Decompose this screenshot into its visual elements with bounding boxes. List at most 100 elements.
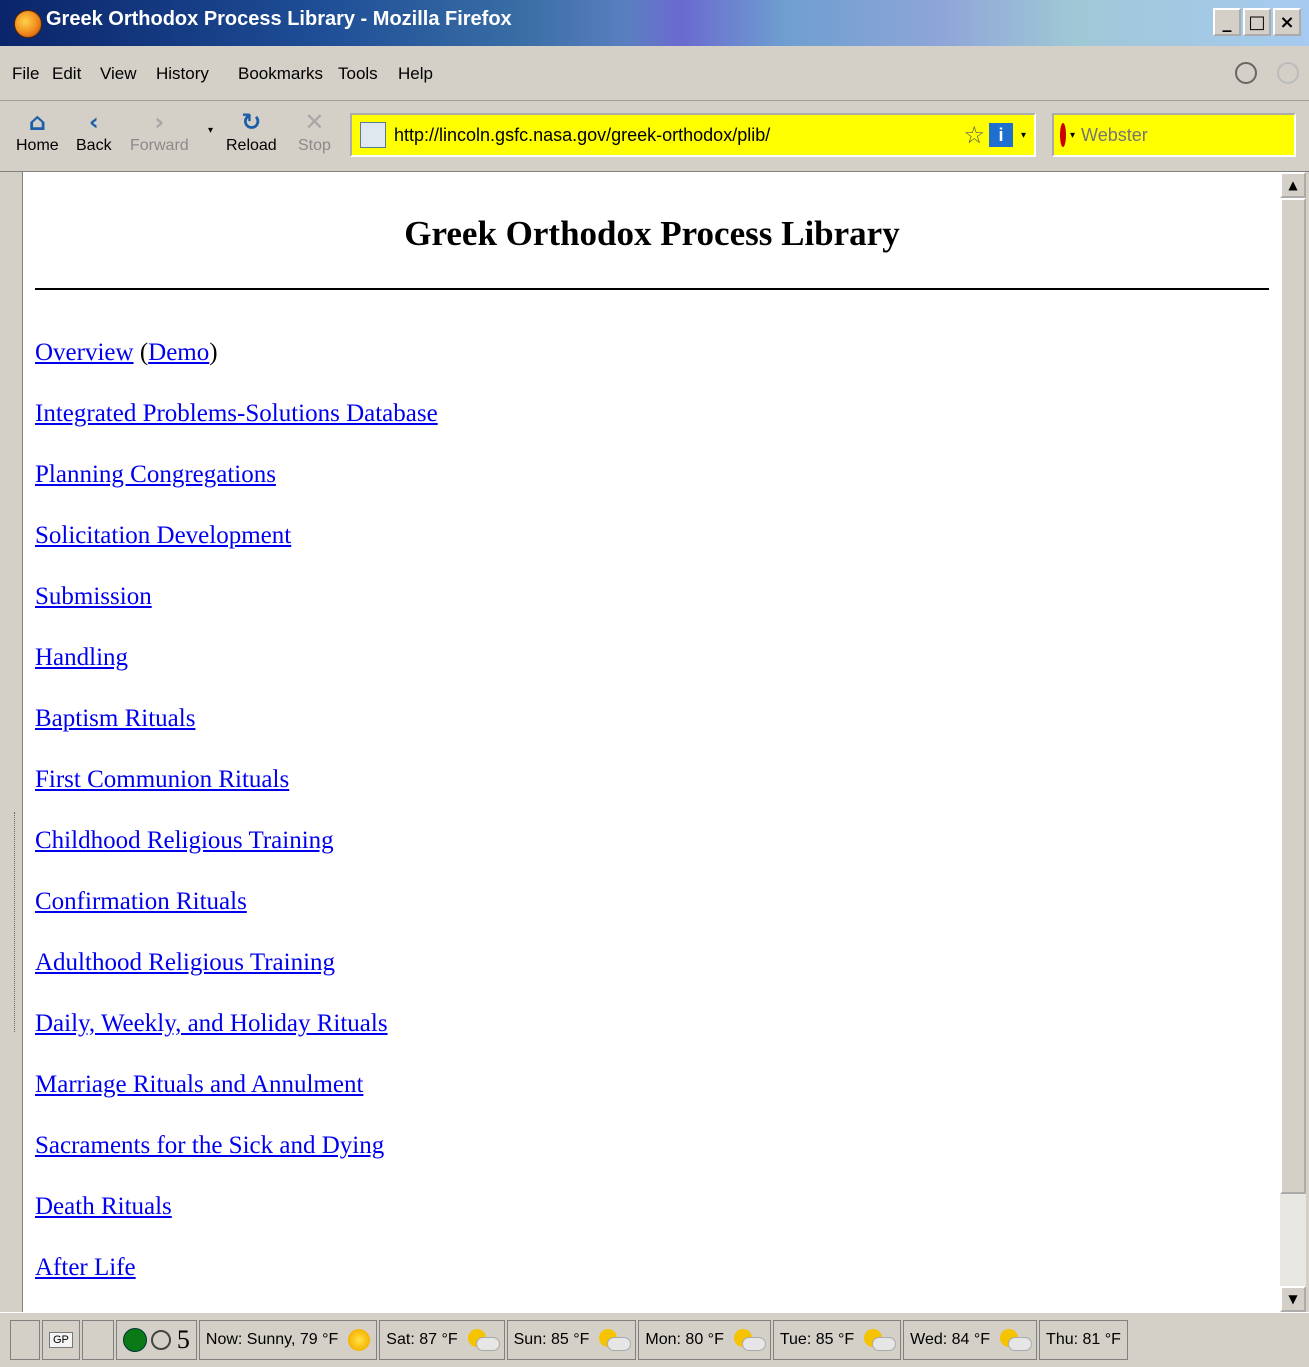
bookmark-star-icon[interactable]: ☆	[963, 121, 985, 149]
forecast-text: Wed: 84 °F	[910, 1331, 991, 1348]
death-rituals-link[interactable]: Death Rituals	[35, 1193, 172, 1220]
solicitation-development-link[interactable]: Solicitation Development	[35, 522, 291, 549]
forward-button[interactable]: › Forward	[130, 107, 189, 155]
first-communion-link[interactable]: First Communion Rituals	[35, 766, 289, 793]
menu-help[interactable]: Help	[398, 64, 433, 84]
status-empty-cell-2	[81, 1320, 114, 1360]
stop-button[interactable]: ✕ Stop	[298, 107, 331, 155]
after-life-link[interactable]: After Life	[35, 1254, 136, 1281]
list-item: Childhood Religious Training	[35, 827, 438, 891]
adulthood-training-link[interactable]: Adulthood Religious Training	[35, 949, 335, 976]
overview-link[interactable]: Overview	[35, 339, 134, 366]
menu-tools[interactable]: Tools	[338, 64, 378, 84]
sunny-icon	[348, 1329, 371, 1351]
menu-bar: File Edit View History Bookmarks Tools H…	[0, 46, 1309, 101]
forecast-text: Tue: 85 °F	[779, 1331, 855, 1348]
list-item: Submission	[35, 583, 438, 647]
partly-cloudy-icon	[467, 1329, 500, 1351]
handling-link[interactable]: Handling	[35, 644, 128, 671]
scroll-down-button[interactable]: ▼	[1280, 1286, 1306, 1312]
menu-view[interactable]: View	[100, 64, 137, 84]
list-item: Confirmation Rituals	[35, 888, 438, 952]
title-divider	[35, 288, 1269, 290]
partly-cloudy-icon	[1000, 1329, 1033, 1351]
page-content: Greek Orthodox Process Library Overview …	[22, 172, 1281, 1312]
link-list: Overview (Demo) Integrated Problems-Solu…	[35, 339, 438, 1312]
partly-cloudy-icon	[733, 1329, 766, 1351]
gp-badge[interactable]: GP	[49, 1332, 73, 1348]
title-bar: Greek Orthodox Process Library - Mozilla…	[0, 0, 1309, 46]
forecast-text: Sun: 85 °F	[513, 1331, 590, 1348]
scroll-thumb[interactable]	[1280, 198, 1306, 1194]
back-label: Back	[76, 137, 112, 154]
weather-now-text: Now: Sunny, 79 °F	[205, 1331, 339, 1348]
forward-label: Forward	[130, 137, 189, 154]
home-button[interactable]: ⌂ Home	[16, 107, 59, 155]
forecast-sun[interactable]: Sun: 85 °F	[506, 1320, 637, 1360]
status-count: 5	[176, 1325, 190, 1354]
baptism-rituals-link[interactable]: Baptism Rituals	[35, 705, 195, 732]
url-dropdown-icon[interactable]: ▾	[1021, 130, 1026, 141]
status-empty-cell	[10, 1320, 40, 1360]
url-text[interactable]: http://lincoln.gsfc.nasa.gov/greek-ortho…	[394, 125, 963, 146]
status-icons-cell: 5	[115, 1320, 197, 1360]
list-item: Planning Congregations	[35, 461, 438, 525]
sacraments-sick-dying-link[interactable]: Sacraments for the Sick and Dying	[35, 1132, 384, 1159]
list-item: Marriage Rituals and Annulment	[35, 1071, 438, 1135]
demo-link[interactable]: Demo	[148, 339, 209, 366]
menu-edit[interactable]: Edit	[52, 64, 81, 84]
menu-history[interactable]: History	[156, 64, 209, 84]
stop-icon: ✕	[304, 108, 325, 136]
weather-now[interactable]: Now: Sunny, 79 °F	[198, 1320, 378, 1360]
close-button[interactable]: ×	[1273, 8, 1301, 36]
forecast-wed[interactable]: Wed: 84 °F	[903, 1320, 1038, 1360]
info-icon[interactable]: i	[988, 123, 1013, 147]
throbber-icon	[1277, 62, 1299, 84]
search-engine-dropdown-icon[interactable]: ▾	[1070, 130, 1075, 141]
list-item: Solicitation Development	[35, 522, 438, 586]
list-item: Daily, Weekly, and Holiday Rituals	[35, 1010, 438, 1074]
forward-arrow-icon: ›	[154, 108, 165, 136]
activity-icon[interactable]	[1235, 62, 1257, 84]
home-icon: ⌂	[28, 108, 46, 136]
scroll-up-button[interactable]: ▲	[1280, 172, 1306, 198]
forecast-text: Mon: 80 °F	[645, 1331, 724, 1348]
forecast-mon[interactable]: Mon: 80 °F	[638, 1320, 771, 1360]
list-item: Death Rituals	[35, 1193, 438, 1257]
submission-link[interactable]: Submission	[35, 583, 152, 610]
list-item: After Life	[35, 1254, 438, 1312]
confirmation-rituals-link[interactable]: Confirmation Rituals	[35, 888, 247, 915]
forecast-sat[interactable]: Sat: 87 °F	[379, 1320, 505, 1360]
forecast-tue[interactable]: Tue: 85 °F	[772, 1320, 902, 1360]
status-green-icon[interactable]	[122, 1328, 147, 1352]
menu-bookmarks[interactable]: Bookmarks	[238, 64, 323, 84]
forecast-text: Sat: 87 °F	[386, 1331, 458, 1348]
stop-label: Stop	[298, 137, 331, 154]
planning-congregations-link[interactable]: Planning Congregations	[35, 461, 276, 488]
reload-label: Reload	[226, 137, 277, 154]
partly-cloudy-icon	[864, 1329, 897, 1351]
window-title: Greek Orthodox Process Library - Mozilla…	[46, 8, 512, 30]
reload-icon: ↻	[241, 108, 262, 136]
history-dropdown-icon[interactable]: ▾	[208, 125, 213, 136]
reload-button[interactable]: ↻ Reload	[226, 107, 277, 155]
page-title: Greek Orthodox Process Library	[404, 214, 900, 253]
problems-solutions-link[interactable]: Integrated Problems-Solutions Database	[35, 400, 438, 427]
search-bar[interactable]: ▾ ⌕	[1052, 113, 1309, 157]
search-engine-icon[interactable]	[1060, 123, 1066, 147]
minimize-button[interactable]: _	[1213, 8, 1241, 36]
marriage-annulment-link[interactable]: Marriage Rituals and Annulment	[35, 1071, 363, 1098]
clock-icon[interactable]	[150, 1330, 171, 1350]
firefox-logo-icon	[14, 10, 42, 38]
vertical-scrollbar[interactable]: ▲ ▼	[1280, 172, 1306, 1312]
daily-weekly-holiday-link[interactable]: Daily, Weekly, and Holiday Rituals	[35, 1010, 388, 1037]
forecast-thu[interactable]: Thu: 81 °F	[1039, 1320, 1128, 1360]
url-bar[interactable]: http://lincoln.gsfc.nasa.gov/greek-ortho…	[350, 113, 1036, 157]
maximize-button[interactable]: □	[1243, 8, 1271, 36]
menu-file[interactable]: File	[12, 64, 39, 84]
childhood-training-link[interactable]: Childhood Religious Training	[35, 827, 334, 854]
list-item: Integrated Problems-Solutions Database	[35, 400, 438, 464]
list-item: First Communion Rituals	[35, 766, 438, 830]
back-button[interactable]: ‹ Back	[76, 107, 112, 155]
search-input[interactable]	[1079, 123, 1309, 147]
